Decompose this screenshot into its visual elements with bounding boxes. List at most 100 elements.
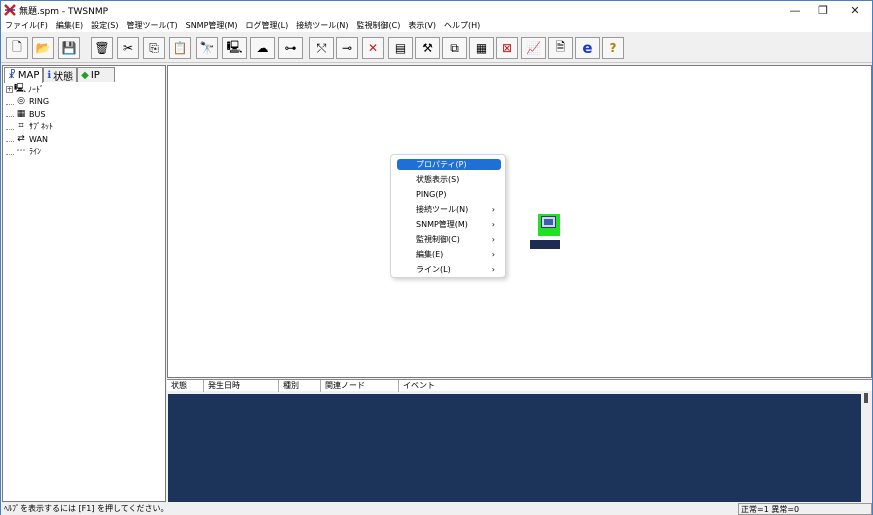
submenu-arrow-icon: › [491,205,495,214]
graph-button[interactable]: 📈 [521,37,546,59]
tree-connector [6,149,14,155]
poll-button[interactable]: ⧉ [442,37,467,59]
connect-line-icon: ⤲ [316,40,327,55]
maximize-button[interactable]: ❐ [807,1,839,19]
tree-item-subnet[interactable]: ⌗ ｻﾌﾞﾈｯﾄ [6,121,53,134]
tab-map[interactable]: ☧ MAP [4,67,44,83]
context-item-show-status[interactable]: 状態表示(S) [397,174,501,185]
map-canvas[interactable] [167,65,872,378]
column-header-type[interactable]: 種別 [279,380,321,392]
left-tabs: ☧ MAP ℹ 状態 ◆ IP [4,67,116,83]
log-button[interactable]: 🗎 [548,37,573,59]
map-tool-icon: ⚒ [422,41,433,55]
expand-toggle-icon[interactable]: + [6,85,13,93]
tree-item-label: ｻﾌﾞﾈｯﾄ [29,122,53,132]
tree-item-node[interactable]: + 🖳 ﾉｰﾄﾞ [6,83,53,96]
column-header-related-node[interactable]: 関連ノード [321,380,399,392]
node-list-button[interactable]: ▤ [388,37,413,59]
menu-view[interactable]: 表示(V) [404,20,440,31]
context-item-label: 監視制御(C) [416,235,460,244]
context-item-ping[interactable]: PING(P) [397,189,501,200]
find-button[interactable]: 🔭 [196,37,218,59]
tab-status[interactable]: ℹ 状態 [43,67,78,83]
submenu-arrow-icon: › [491,250,495,259]
cut-button[interactable]: ✂ [117,37,139,59]
context-item-monitor-control[interactable]: 監視制御(C) › [397,234,501,245]
open-folder-icon: 📂 [35,41,51,55]
context-item-properties[interactable]: プロパティ(P) [397,159,501,170]
tab-ip[interactable]: ◆ IP [77,67,116,82]
map-node-label[interactable] [530,240,560,249]
add-cloud-button[interactable]: ☁ [250,37,275,59]
delete-button[interactable]: ✕ [362,37,384,59]
tree-item-label: WAN [29,134,48,144]
event-log-list[interactable] [168,394,861,507]
save-icon: 💾 [61,41,77,55]
menu-connect-tools[interactable]: 接続ツール(N) [292,20,352,31]
copy-button[interactable]: ⎘ [143,37,165,59]
context-item-label: 状態表示(S) [416,175,460,184]
subnet-icon: ⌗ [18,121,24,132]
menu-admin-tools[interactable]: 管理ツール(T) [122,20,181,31]
copy-icon: ⎘ [149,40,159,55]
menu-settings[interactable]: 設定(S) [87,20,122,31]
tree-item-ring[interactable]: ◎ RING [6,96,53,109]
stop-button[interactable]: ⊠ [496,37,518,59]
tree-item-line[interactable]: ⋯ ﾗｲﾝ [6,146,53,159]
menu-help[interactable]: ヘルプ(H) [440,20,484,31]
paste-icon: 📋 [172,41,188,55]
new-file-button[interactable]: 🗋 [6,37,28,59]
context-item-label: プロパティ(P) [416,160,467,169]
find-icon: 🔭 [199,41,215,55]
tree-item-bus[interactable]: ▦ BUS [6,108,53,121]
tab-map-label: MAP [17,70,40,81]
trash-icon: 🗑 [94,41,110,55]
ip-tab-icon: ◆ [81,69,89,81]
column-header-status[interactable]: 状態 [167,380,204,392]
map-tool-button[interactable]: ⚒ [415,37,440,59]
add-node-button[interactable]: 🖳 [222,37,247,59]
tab-ip-label: IP [90,69,100,81]
add-line-button[interactable]: ⊶ [278,37,303,59]
column-header-datetime[interactable]: 発生日時 [204,380,279,392]
info-tab-icon: ℹ [47,69,52,81]
stop-icon: ⊠ [501,41,513,55]
status-counter: 正常=1 異常=0 [738,503,872,515]
menu-bar: ファイル(F) 編集(E) 設定(S) 管理ツール(T) SNMP管理(M) ロ… [1,19,872,32]
map-node[interactable] [538,214,560,236]
tree-item-wan[interactable]: ⇄ WAN [6,133,53,146]
browser-button[interactable]: e [575,37,600,59]
delete-icon: ✕ [367,41,379,55]
help-button[interactable]: ? [602,37,624,59]
wan-icon: ⇄ [17,133,25,144]
delete-map-button[interactable]: 🗑 [91,37,113,59]
tree-connector [6,99,14,105]
title-bar: 無題.spm - TWSNMP — ❐ ✕ [1,1,872,19]
paste-button[interactable]: 📋 [169,37,191,59]
menu-edit[interactable]: 編集(E) [52,20,87,31]
open-button[interactable]: 📂 [32,37,54,59]
map-tab-icon: ☧ [8,70,16,81]
event-log-scrollbar[interactable] [861,391,872,507]
connect-line-button[interactable]: ⤲ [309,37,334,59]
column-header-event[interactable]: イベント [399,380,869,392]
save-button[interactable]: 💾 [58,37,80,59]
context-item-label: PING(P) [416,190,447,199]
menu-file[interactable]: ファイル(F) [1,20,52,31]
context-item-snmp[interactable]: SNMP管理(M) › [397,219,501,230]
context-item-connect-tools[interactable]: 接続ツール(N) › [397,204,501,215]
report-button[interactable]: ▦ [469,37,494,59]
connector-button[interactable]: ⊸ [336,37,358,59]
close-button[interactable]: ✕ [839,1,871,19]
menu-log[interactable]: ログ管理(L) [242,20,293,31]
scroll-thumb[interactable] [864,393,868,403]
report-icon: ▦ [475,41,488,55]
menu-snmp[interactable]: SNMP管理(M) [182,20,242,31]
event-log-header: 状態 発生日時 種別 関連ノード イベント [167,379,872,392]
add-node-icon: 🖳 [226,39,243,54]
context-item-label: SNMP管理(M) [416,220,468,229]
twsnmp-logo-icon [4,4,16,16]
context-item-edit[interactable]: 編集(E) › [397,249,501,260]
context-item-line[interactable]: ライン(L) › [397,264,501,275]
menu-monitor-control[interactable]: 監視制御(C) [352,20,404,31]
